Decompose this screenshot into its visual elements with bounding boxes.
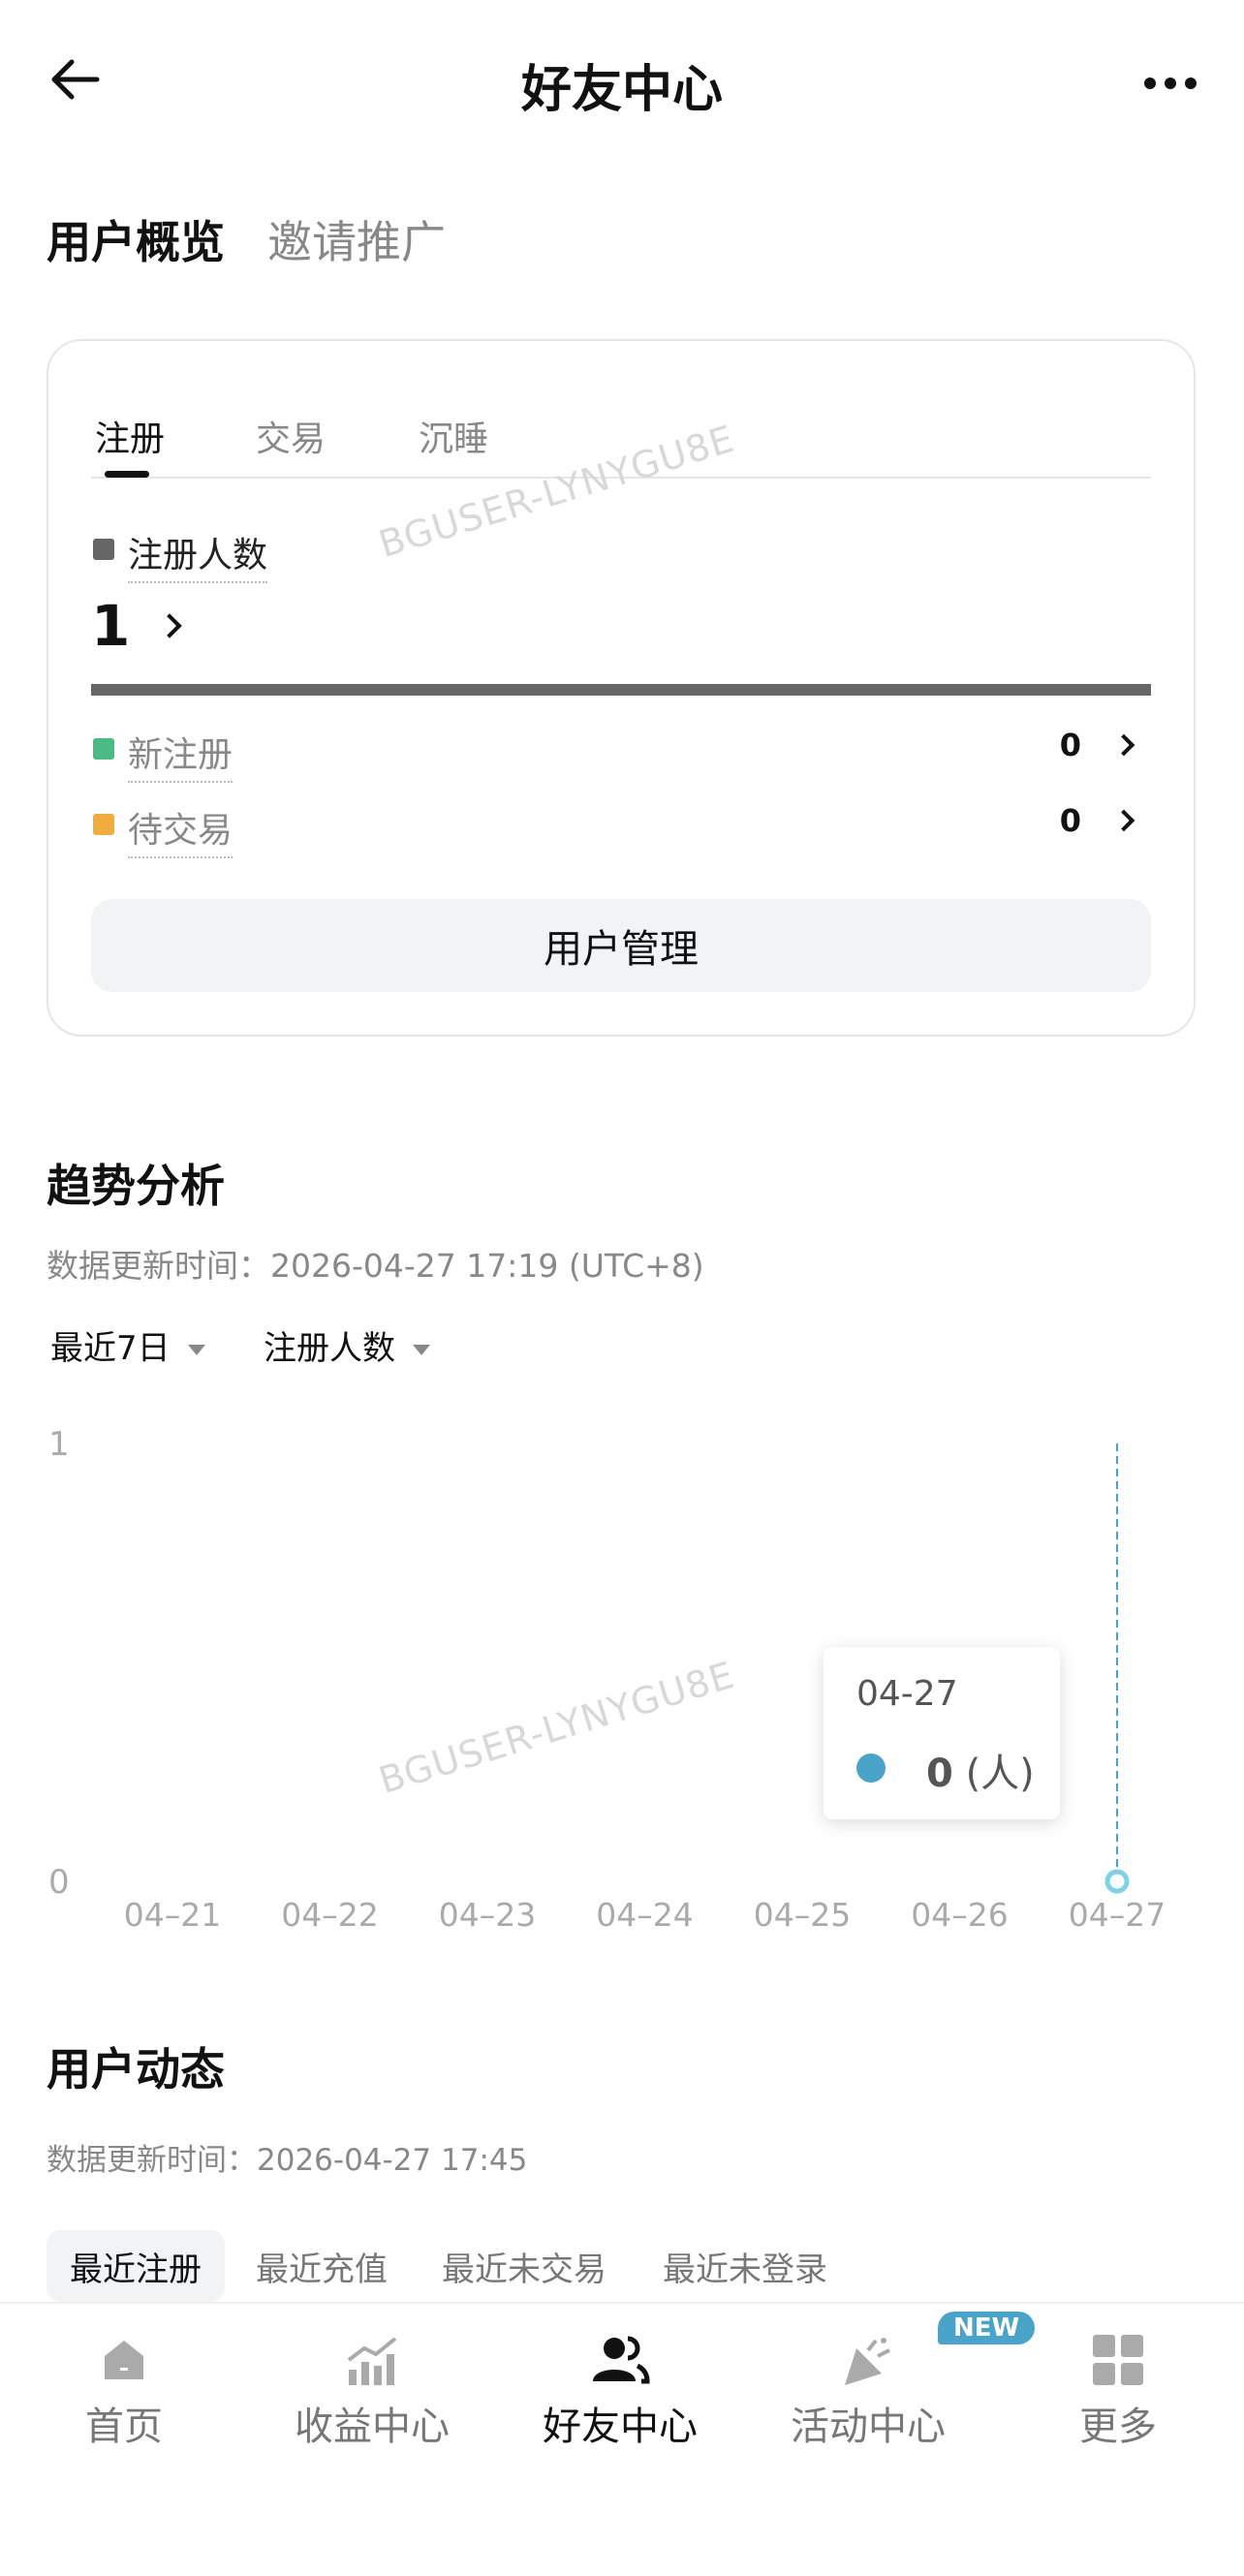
pending-trade-link[interactable]: 0 [1059, 802, 1135, 839]
nav-friends-label: 好友中心 [543, 2405, 698, 2449]
tab-recent-no-login[interactable]: 最近未登录 [663, 2230, 827, 2302]
new-register-link[interactable]: 0 [1059, 727, 1135, 763]
x-tick-label: 04–24 [596, 1896, 693, 1934]
tooltip-value: 0 [926, 1752, 953, 1796]
x-tick-label: 04–21 [124, 1896, 221, 1934]
more-dots-icon [1144, 78, 1197, 89]
pending-trade-value: 0 [1059, 802, 1081, 839]
caret-down-icon [187, 1345, 205, 1355]
more-menu-button[interactable] [1143, 76, 1197, 89]
chart-tooltip: 04-27 0 (人) [824, 1647, 1060, 1819]
activity-title: 用户动态 [47, 2043, 225, 2095]
new-register-label: 新注册 [128, 727, 233, 783]
chevron-right-icon [1112, 809, 1135, 832]
user-management-button[interactable]: 用户管理 [91, 899, 1151, 992]
metric-value-link[interactable]: 1 [91, 593, 183, 659]
grid-icon [1093, 2335, 1143, 2385]
tab-invite-promotion[interactable]: 邀请推广 [267, 207, 446, 271]
trend-title: 趋势分析 [47, 1160, 225, 1212]
new-register-value: 0 [1059, 727, 1081, 763]
nav-home[interactable]: 首页 [0, 2315, 248, 2480]
x-tick-label: 04–26 [911, 1896, 1008, 1934]
caret-down-icon [413, 1345, 430, 1355]
x-tick-label: 04–22 [281, 1896, 378, 1934]
nav-more[interactable]: 更多 [992, 2315, 1244, 2480]
x-tick-label: 04–23 [439, 1896, 536, 1934]
overview-card: 注册 交易 沉睡 注册人数 1 新注册 0 待交易 0 用户管理 [47, 339, 1196, 1037]
period-dropdown[interactable]: 最近7日 [50, 1321, 205, 1369]
metric-color-swatch [93, 539, 114, 560]
earnings-chart-icon [347, 2337, 397, 2385]
tab-recent-register[interactable]: 最近注册 [47, 2230, 225, 2302]
home-icon [105, 2341, 143, 2379]
metric-value: 1 [91, 593, 131, 659]
tooltip-series-dot [856, 1754, 886, 1783]
metric-dropdown[interactable]: 注册人数 [264, 1321, 430, 1369]
activity-update-time: 数据更新时间：2026-04-27 17:45 [47, 2143, 528, 2178]
chevron-right-icon [1112, 733, 1135, 757]
chevron-right-icon [157, 613, 183, 638]
party-popper-icon [845, 2338, 890, 2385]
active-tab-indicator [105, 471, 149, 478]
tab-register[interactable]: 注册 [95, 411, 165, 461]
trend-update-time: 数据更新时间：2026-04-27 17:19 (UTC+8) [47, 1247, 704, 1285]
new-register-swatch [93, 738, 114, 760]
tab-user-overview[interactable]: 用户概览 [47, 207, 225, 271]
metric-progress-bar [91, 684, 1151, 696]
data-point-active [1104, 1869, 1130, 1894]
metric-label: 注册人数 [128, 527, 268, 583]
page-title: 好友中心 [520, 61, 723, 119]
friends-icon [593, 2336, 650, 2384]
tab-recent-deposit[interactable]: 最近充值 [256, 2230, 388, 2302]
tab-recent-no-trade[interactable]: 最近未交易 [442, 2230, 606, 2302]
tab-dormant[interactable]: 沉睡 [419, 411, 488, 461]
y-tick-label: 0 [48, 1863, 70, 1902]
tooltip-unit: (人) [965, 1752, 1035, 1796]
tooltip-date: 04-27 [856, 1674, 958, 1714]
period-dropdown-label: 最近7日 [50, 1329, 171, 1368]
pending-trade-label: 待交易 [128, 802, 233, 858]
pending-trade-swatch [93, 814, 114, 835]
x-tick-label: 04–25 [754, 1896, 851, 1934]
nav-friends[interactable]: 好友中心 [496, 2315, 744, 2480]
metric-dropdown-label: 注册人数 [264, 1329, 395, 1368]
nav-earnings-label: 收益中心 [295, 2405, 450, 2449]
x-tick-label: 04–27 [1069, 1896, 1166, 1934]
tab-trade[interactable]: 交易 [256, 411, 326, 461]
nav-home-label: 首页 [85, 2405, 163, 2449]
tooltip-value-row: 0 (人) [926, 1742, 1035, 1798]
y-tick-label: 1 [48, 1425, 70, 1464]
nav-earnings[interactable]: 收益中心 [248, 2315, 496, 2480]
nav-activity-label: 活动中心 [791, 2405, 946, 2449]
nav-more-label: 更多 [1079, 2405, 1157, 2449]
